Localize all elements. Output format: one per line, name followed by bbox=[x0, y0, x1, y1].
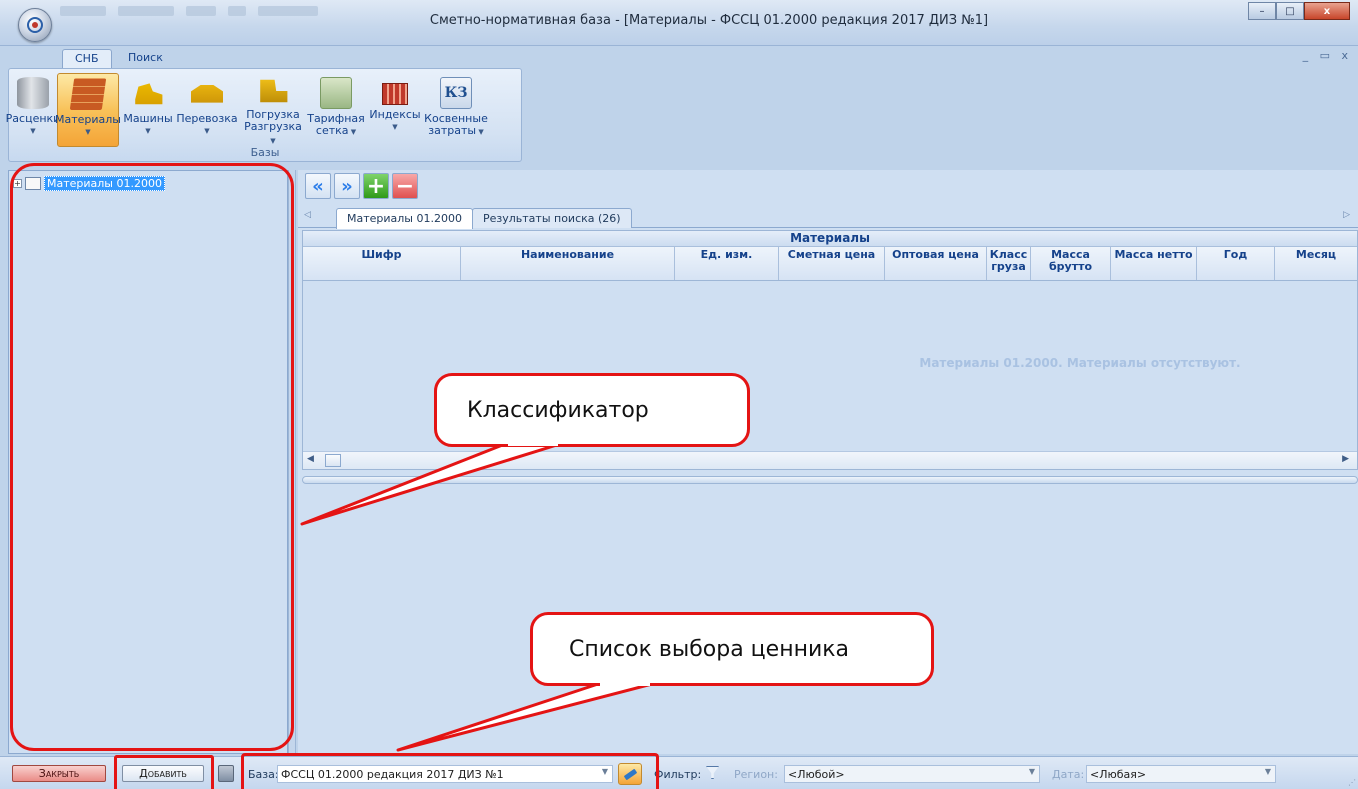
window-controls: – □ x bbox=[1248, 2, 1350, 20]
col-net-mass[interactable]: Масса нетто bbox=[1111, 247, 1197, 280]
callout-price-list-text: Список выбора ценника bbox=[569, 636, 850, 662]
col-gross-mass[interactable]: Масса брутто bbox=[1031, 247, 1111, 280]
resize-grip-icon[interactable]: ⋰ bbox=[1348, 778, 1356, 787]
col-estimate-price[interactable]: Сметная цена bbox=[779, 247, 885, 280]
indirect-label-2: затраты bbox=[428, 124, 477, 137]
tab-scroll-left-icon[interactable]: ◁ bbox=[304, 210, 311, 220]
rates-label: Расценки bbox=[5, 112, 61, 125]
callout-price-list: Список выбора ценника bbox=[530, 612, 934, 686]
tab-search[interactable]: Поиск bbox=[116, 49, 175, 68]
transport-button[interactable]: Перевозка ▼ bbox=[175, 73, 239, 147]
callout-classifier-text: Классификатор bbox=[467, 397, 649, 423]
col-month[interactable]: Месяц bbox=[1275, 247, 1357, 280]
add-item-button[interactable]: + bbox=[363, 173, 389, 199]
title-bar: Сметно-нормативная база - [Материалы - Ф… bbox=[0, 0, 1358, 46]
transport-label: Перевозка bbox=[176, 112, 238, 125]
clipboard-icon[interactable] bbox=[218, 765, 234, 782]
remove-item-button[interactable]: − bbox=[392, 173, 418, 199]
grid-empty-text: Материалы 01.2000. Материалы отсутствуют… bbox=[919, 356, 1241, 370]
dropdown-arrow-icon: ▼ bbox=[204, 127, 210, 135]
dropdown-arrow-icon: ▼ bbox=[1028, 767, 1035, 776]
dropdown-arrow-icon: ▼ bbox=[30, 127, 36, 135]
scroll-thumb[interactable] bbox=[325, 454, 341, 467]
tariff-label-2: сетка bbox=[315, 124, 349, 137]
scroll-left-icon[interactable]: ◀ bbox=[307, 454, 314, 464]
window-title: Сметно-нормативная база - [Материалы - Ф… bbox=[429, 13, 989, 28]
loading-label-2: Разгрузка bbox=[244, 120, 302, 133]
bricks-icon bbox=[69, 78, 107, 110]
date-select-value: <Любая> bbox=[1090, 768, 1147, 781]
region-label: Регион: bbox=[734, 768, 778, 781]
col-unit[interactable]: Ед. изм. bbox=[675, 247, 779, 280]
tariff-grid-button[interactable]: Тарифная сетка ▼ bbox=[305, 73, 367, 147]
prev-button[interactable]: « bbox=[305, 173, 331, 199]
rates-button[interactable]: Расценки ▼ bbox=[6, 73, 60, 147]
scroll-right-icon[interactable]: ▶ bbox=[1342, 454, 1349, 464]
callout-classifier: Классификатор bbox=[434, 373, 750, 447]
date-label: Дата: bbox=[1052, 768, 1085, 781]
dropdown-arrow-icon: ▼ bbox=[270, 137, 276, 145]
close-button[interactable]: Закрыть bbox=[12, 765, 106, 782]
close-window-button[interactable]: x bbox=[1304, 2, 1350, 20]
index-icon bbox=[382, 83, 408, 105]
materials-label: Материалы bbox=[55, 113, 121, 126]
dropdown-arrow-icon: ▼ bbox=[1264, 767, 1271, 776]
dropdown-arrow-icon: ▼ bbox=[348, 128, 357, 136]
indirect-costs-button[interactable]: КЗ Косвенные затраты ▼ bbox=[423, 73, 489, 147]
tab-search-results[interactable]: Результаты поиска (26) bbox=[472, 208, 632, 228]
horizontal-scrollbar[interactable]: ◀ ▶ bbox=[303, 451, 1357, 469]
loading-button[interactable]: Погрузка Разгрузка ▼ bbox=[243, 73, 303, 147]
dump-truck-icon bbox=[191, 85, 223, 103]
col-wholesale-price[interactable]: Оптовая цена bbox=[885, 247, 987, 280]
next-button[interactable]: » bbox=[334, 173, 360, 199]
tab-snb[interactable]: СНБ bbox=[62, 49, 112, 68]
filter-label: Фильтр: bbox=[654, 768, 702, 781]
ribbon-group-bases: Расценки ▼ Материалы ▼ Машины ▼ Перевозк… bbox=[6, 68, 522, 162]
region-select[interactable]: <Любой> ▼ bbox=[784, 765, 1040, 783]
dropdown-arrow-icon: ▼ bbox=[476, 128, 484, 136]
dropdown-arrow-icon: ▼ bbox=[392, 123, 398, 131]
forklift-icon bbox=[260, 79, 288, 103]
minus-icon: − bbox=[395, 173, 415, 199]
money-stack-icon bbox=[320, 77, 352, 109]
indexes-button[interactable]: Индексы ▼ bbox=[367, 73, 423, 147]
dropdown-arrow-icon: ▼ bbox=[85, 128, 91, 136]
filter-icon[interactable] bbox=[706, 766, 719, 779]
annotation-base-outline bbox=[241, 753, 659, 789]
annotation-classifier-outline bbox=[10, 163, 294, 751]
region-select-value: <Любой> bbox=[788, 768, 845, 781]
horizontal-splitter[interactable] bbox=[302, 476, 1358, 484]
col-code[interactable]: Шифр bbox=[303, 247, 461, 280]
maximize-button[interactable]: □ bbox=[1276, 2, 1304, 20]
grid-column-headers: Шифр Наименование Ед. изм. Сметная цена … bbox=[303, 247, 1357, 281]
database-icon bbox=[17, 77, 49, 109]
grid-band-header: Материалы bbox=[303, 231, 1357, 247]
annotation-add-outline bbox=[114, 755, 214, 789]
document-tabs: ◁ Материалы 01.2000 Результаты поиска (2… bbox=[298, 206, 1358, 229]
double-left-arrow-icon: « bbox=[312, 175, 324, 197]
plus-icon: + bbox=[366, 173, 386, 199]
col-cargo-class[interactable]: Класс груза bbox=[987, 247, 1031, 280]
machines-button[interactable]: Машины ▼ bbox=[121, 73, 175, 147]
dropdown-arrow-icon: ▼ bbox=[145, 127, 151, 135]
ribbon-group-label: Базы bbox=[250, 146, 280, 159]
double-right-arrow-icon: » bbox=[341, 175, 353, 197]
minimize-button[interactable]: – bbox=[1248, 2, 1276, 20]
mdi-controls[interactable]: _ ▭ x bbox=[1303, 49, 1352, 62]
materials-button[interactable]: Материалы ▼ bbox=[55, 73, 121, 147]
indexes-label: Индексы bbox=[369, 108, 421, 121]
ribbon-tabs: СНБ Поиск _ ▭ x bbox=[0, 46, 1358, 68]
machines-label: Машины bbox=[123, 112, 173, 125]
tab-materials[interactable]: Материалы 01.2000 bbox=[336, 208, 473, 229]
col-name[interactable]: Наименование bbox=[461, 247, 675, 280]
kz-icon: КЗ bbox=[440, 77, 472, 109]
tab-scroll-right-icon[interactable]: ▷ bbox=[1343, 210, 1350, 220]
date-select[interactable]: <Любая> ▼ bbox=[1086, 765, 1276, 783]
bulldozer-icon bbox=[135, 83, 163, 105]
nav-toolbar: « » + − bbox=[305, 173, 418, 199]
col-year[interactable]: Год bbox=[1197, 247, 1275, 280]
